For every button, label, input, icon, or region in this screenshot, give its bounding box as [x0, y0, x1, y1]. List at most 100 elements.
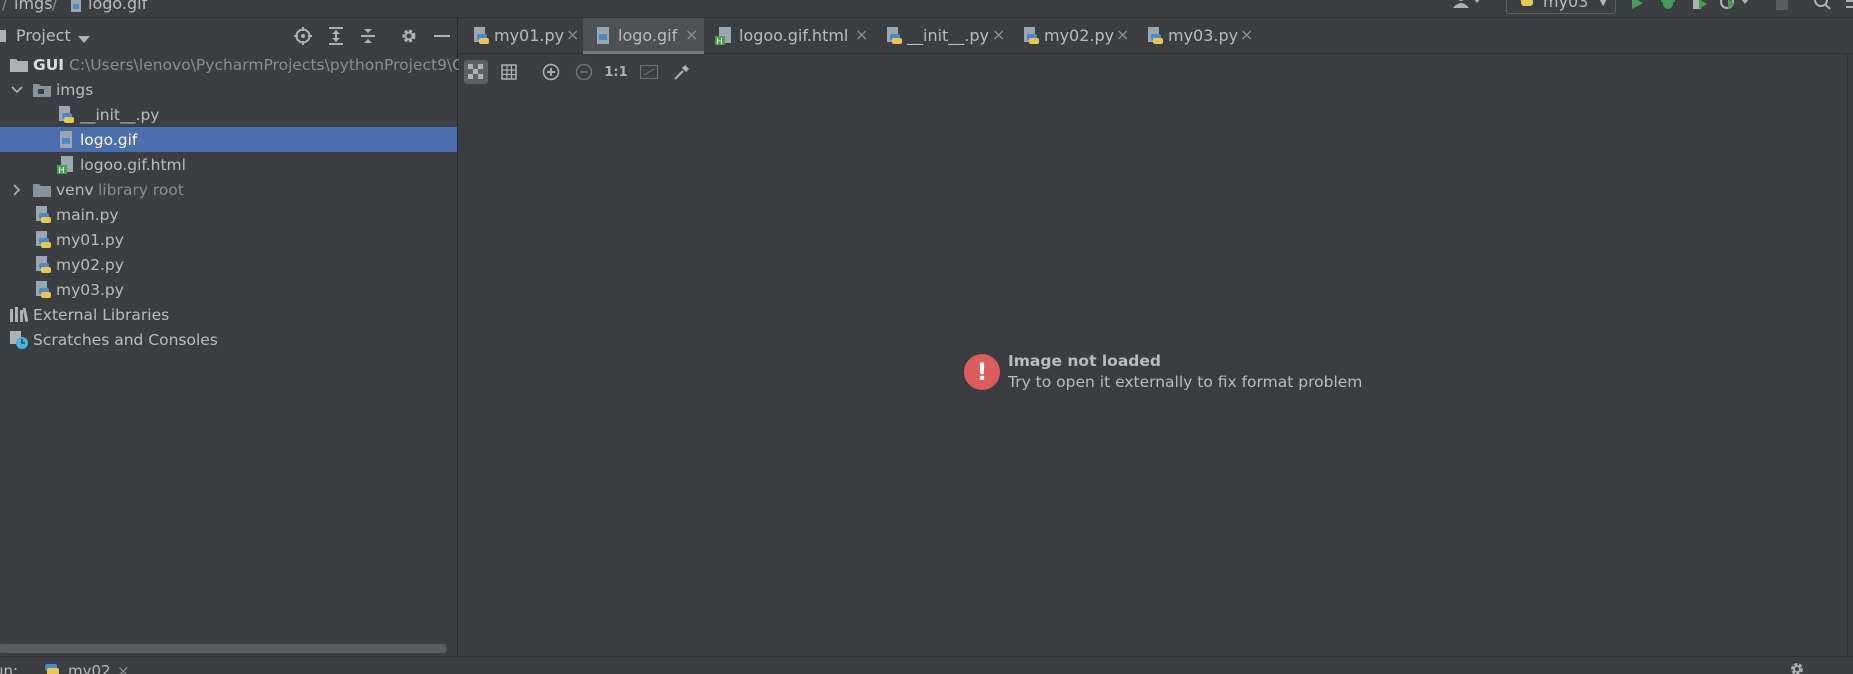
fit-zoom-icon[interactable]: [637, 60, 661, 84]
libraries-icon: [10, 306, 28, 324]
image-file-icon: [594, 27, 612, 45]
locate-file-icon[interactable]: [293, 26, 313, 46]
close-icon[interactable]: ×: [992, 25, 1005, 44]
python-file-icon: [34, 230, 52, 249]
python-file-icon: [1517, 0, 1535, 11]
tab-label: my03.py: [1168, 26, 1239, 45]
tree-item-init-py[interactable]: __init__.py: [0, 102, 457, 127]
tree-item-external-libraries[interactable]: External Libraries: [0, 302, 457, 327]
tree-item-label: __init__.py: [80, 105, 160, 124]
coverage-icon[interactable]: [1690, 0, 1708, 14]
tree-item-my01-py[interactable]: my01.py: [0, 227, 457, 252]
tree-item-path: C:\Users\lenovo\PycharmProjects\pythonPr…: [69, 55, 476, 74]
python-file-icon: [1022, 27, 1040, 45]
chevron-down-icon[interactable]: [78, 30, 90, 48]
run-tool-window-header: un: my02 ×: [0, 656, 1853, 674]
color-picker-icon[interactable]: [670, 60, 694, 84]
chevron-down-icon[interactable]: [10, 83, 24, 97]
chevron-down-icon: ▼: [1599, 0, 1607, 8]
vertical-scrollbar[interactable]: [1847, 54, 1853, 656]
close-icon[interactable]: ×: [117, 662, 130, 674]
hide-icon[interactable]: [432, 26, 452, 46]
tab-my02-py[interactable]: my02.py ×: [1011, 18, 1135, 54]
debug-icon[interactable]: [1660, 0, 1676, 14]
close-icon[interactable]: ×: [1116, 25, 1129, 44]
image-error-title: Image not loaded: [1008, 352, 1161, 370]
settings-partial-icon[interactable]: [1844, 0, 1853, 14]
zoom-out-icon[interactable]: [572, 60, 596, 84]
python-file-icon: [472, 27, 490, 45]
expand-all-icon[interactable]: [326, 26, 346, 46]
tab-label: my02.py: [1044, 26, 1115, 45]
tree-item-label: logo.gif: [80, 130, 138, 149]
run-tab-my02[interactable]: my02: [68, 662, 111, 674]
tree-item-main-py[interactable]: main.py: [0, 202, 457, 227]
tree-item-label: GUI: [33, 55, 65, 74]
tree-item-my02-py[interactable]: my02.py: [0, 252, 457, 277]
breadcrumb-logo-gif[interactable]: logo.gif: [88, 0, 147, 13]
gear-icon[interactable]: [399, 26, 419, 46]
close-icon[interactable]: ×: [685, 25, 698, 44]
run-configuration-name: my03: [1543, 0, 1589, 11]
gear-icon[interactable]: [1789, 661, 1805, 674]
editor-tabs: my01.py × logo.gif × H logoo.gif.html × …: [459, 18, 1853, 54]
tree-item-label: main.py: [56, 205, 119, 224]
folder-icon: [33, 81, 51, 99]
tree-item-logo-gif[interactable]: logo.gif: [0, 127, 457, 152]
run-tool-label: un:: [0, 662, 19, 674]
tree-item-logoo-gif-html[interactable]: H logoo.gif.html: [0, 152, 457, 177]
horizontal-scrollbar[interactable]: [0, 644, 446, 653]
image-error-subtitle: Try to open it externally to fix format …: [1008, 373, 1363, 391]
breadcrumb-separator: /: [52, 0, 58, 13]
error-icon: !: [964, 354, 1000, 390]
image-file-icon: [70, 0, 82, 16]
chevron-right-icon[interactable]: [10, 183, 24, 197]
html-file-icon: H: [57, 155, 75, 174]
python-file-icon: [34, 255, 52, 274]
tree-item-scratches[interactable]: Scratches and Consoles: [0, 327, 457, 352]
breadcrumb-imgs[interactable]: imgs: [14, 0, 53, 13]
tab-init-py[interactable]: __init__.py ×: [874, 18, 1011, 54]
hide-icon[interactable]: [1824, 667, 1838, 674]
tree-item-label: External Libraries: [33, 305, 170, 324]
tab-my01-py[interactable]: my01.py ×: [459, 18, 583, 54]
python-file-icon: [57, 105, 75, 124]
tree-item-imgs[interactable]: imgs: [0, 77, 457, 102]
grid-icon[interactable]: [497, 60, 521, 84]
folder-icon: [33, 181, 51, 199]
project-panel-header: Project: [0, 18, 458, 54]
run-icon[interactable]: [1630, 0, 1644, 14]
user-vcs-icon[interactable]: [1452, 0, 1482, 12]
collapse-all-icon[interactable]: [358, 26, 378, 46]
tab-logoo-gif-html[interactable]: H logoo.gif.html ×: [704, 18, 874, 54]
search-icon[interactable]: [1814, 0, 1832, 14]
project-panel-title[interactable]: Project: [16, 26, 71, 45]
project-icon: [0, 28, 8, 48]
tree-item-gui[interactable]: GUI C:\Users\lenovo\PycharmProjects\pyth…: [0, 52, 476, 77]
tree-item-venv[interactable]: venv library root: [0, 177, 457, 202]
editor-area: my01.py × logo.gif × H logoo.gif.html × …: [459, 18, 1853, 656]
tab-label: logo.gif: [618, 26, 678, 45]
tab-logo-gif[interactable]: logo.gif ×: [583, 18, 704, 54]
actual-size-icon[interactable]: 1:1: [604, 60, 628, 84]
run-configuration-selector[interactable]: my03 ▼: [1506, 0, 1616, 14]
tree-item-my03-py[interactable]: my03.py: [0, 277, 457, 302]
scratches-icon: [10, 330, 28, 349]
zoom-in-icon[interactable]: [539, 60, 563, 84]
close-icon[interactable]: ×: [566, 25, 579, 44]
tree-item-label: venv: [56, 180, 94, 199]
python-file-icon: [34, 280, 52, 299]
tree-item-label: my03.py: [56, 280, 124, 299]
tree-item-label: imgs: [56, 80, 94, 99]
image-file-icon: [57, 130, 75, 149]
stop-icon[interactable]: [1775, 0, 1789, 14]
chessboard-icon[interactable]: [464, 60, 488, 84]
tab-label: logoo.gif.html: [739, 26, 849, 45]
project-tool-window: Project GUI C:\Users\lenovo\PycharmProje…: [0, 18, 476, 656]
svg-text:H: H: [717, 37, 723, 45]
python-file-icon: [885, 27, 903, 45]
profile-icon[interactable]: [1720, 0, 1750, 14]
tab-my03-py[interactable]: my03.py ×: [1135, 18, 1259, 54]
close-icon[interactable]: ×: [855, 25, 868, 44]
close-icon[interactable]: ×: [1240, 25, 1253, 44]
